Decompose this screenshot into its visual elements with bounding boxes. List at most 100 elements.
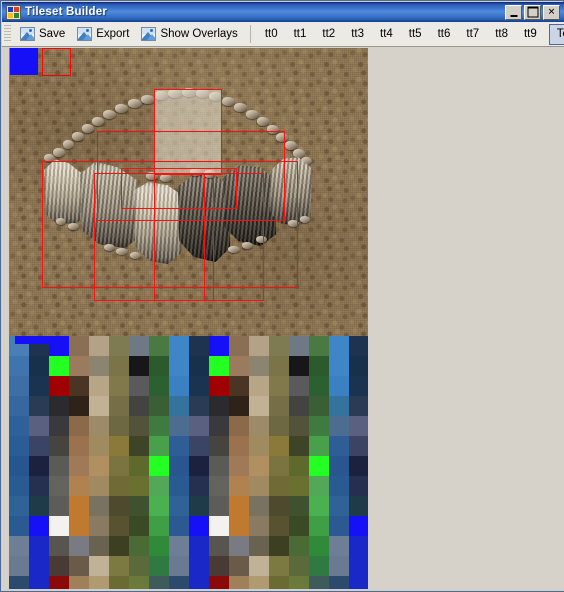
palette-tile[interactable] [69, 576, 89, 589]
palette-tile[interactable] [269, 456, 289, 476]
palette-tile[interactable] [89, 476, 109, 496]
palette-tile[interactable] [169, 336, 189, 356]
palette-tile[interactable] [109, 516, 129, 536]
palette-tile[interactable] [329, 376, 349, 396]
show-overlays-button[interactable]: Show Overlays [135, 23, 243, 46]
palette-tile[interactable] [249, 536, 269, 556]
toolbar-grip[interactable] [4, 25, 11, 43]
palette-tile[interactable] [89, 536, 109, 556]
palette-tile[interactable] [249, 516, 269, 536]
palette-tile[interactable] [209, 396, 229, 416]
palette-tile[interactable] [289, 336, 309, 356]
palette-tile[interactable] [269, 436, 289, 456]
palette-tile[interactable] [269, 376, 289, 396]
palette-tile[interactable] [9, 516, 29, 536]
palette-tile[interactable] [249, 436, 269, 456]
palette-tile[interactable] [329, 536, 349, 556]
palette-tile[interactable] [69, 336, 89, 356]
palette-tile[interactable] [29, 496, 49, 516]
palette-tile[interactable] [49, 536, 69, 556]
palette-tile[interactable] [69, 476, 89, 496]
palette-tile[interactable] [189, 516, 209, 536]
palette-tile[interactable] [289, 456, 309, 476]
palette-tile[interactable] [189, 376, 209, 396]
palette-tile[interactable] [209, 576, 229, 589]
tile-tab-tt9[interactable]: tt9 [516, 23, 545, 46]
palette-tile[interactable] [229, 356, 249, 376]
palette-tile[interactable] [89, 376, 109, 396]
selected-color-swatch[interactable] [10, 48, 38, 75]
palette-tile[interactable] [309, 376, 329, 396]
palette-grid[interactable] [9, 336, 368, 589]
tile-tab-tt0[interactable]: tt0 [257, 23, 286, 46]
palette-tile[interactable] [349, 416, 368, 436]
palette-tile[interactable] [229, 576, 249, 589]
palette-tile[interactable] [189, 576, 209, 589]
palette-tile[interactable] [49, 576, 69, 589]
palette-tile[interactable] [129, 536, 149, 556]
palette-tile[interactable] [89, 336, 109, 356]
palette-tile[interactable] [229, 396, 249, 416]
palette-tile[interactable] [9, 576, 29, 589]
palette-tile[interactable] [109, 336, 129, 356]
palette-tile[interactable] [229, 536, 249, 556]
palette-tile[interactable] [349, 376, 368, 396]
palette-tile[interactable] [249, 476, 269, 496]
palette-selected-swatch[interactable] [15, 336, 55, 344]
palette-tile[interactable] [229, 436, 249, 456]
palette-tile[interactable] [149, 436, 169, 456]
tile-tab-tt3[interactable]: tt3 [343, 23, 372, 46]
palette-tile[interactable] [209, 496, 229, 516]
palette-tile[interactable] [209, 336, 229, 356]
palette-tile[interactable] [49, 396, 69, 416]
palette-tile[interactable] [209, 436, 229, 456]
maximize-button[interactable] [524, 4, 541, 20]
palette-tile[interactable] [349, 396, 368, 416]
palette-tile[interactable] [309, 396, 329, 416]
tile-selection-rect[interactable] [42, 48, 71, 76]
palette-tile[interactable] [189, 436, 209, 456]
palette-tile[interactable] [49, 376, 69, 396]
palette-tile[interactable] [69, 396, 89, 416]
palette-tile[interactable] [229, 376, 249, 396]
palette-tile[interactable] [69, 516, 89, 536]
palette-tile[interactable] [189, 476, 209, 496]
save-button[interactable]: Save [14, 23, 71, 46]
palette-tile[interactable] [29, 556, 49, 576]
palette-tile[interactable] [209, 476, 229, 496]
palette-tile[interactable] [329, 496, 349, 516]
palette-tile[interactable] [249, 496, 269, 516]
palette-tile[interactable] [309, 576, 329, 589]
palette-tile[interactable] [169, 496, 189, 516]
palette-tile[interactable] [109, 496, 129, 516]
palette-tile[interactable] [129, 576, 149, 589]
palette-tile[interactable] [29, 436, 49, 456]
palette-tile[interactable] [49, 516, 69, 536]
tile-tab-tt5[interactable]: tt5 [401, 23, 430, 46]
palette-tile[interactable] [329, 436, 349, 456]
palette-tile[interactable] [329, 576, 349, 589]
palette-tile[interactable] [309, 356, 329, 376]
palette-tile[interactable] [49, 496, 69, 516]
palette-tile[interactable] [29, 456, 49, 476]
palette-tile[interactable] [169, 416, 189, 436]
palette-tile[interactable] [109, 536, 129, 556]
palette-tile[interactable] [229, 556, 249, 576]
palette-tile[interactable] [269, 476, 289, 496]
palette-tile[interactable] [289, 556, 309, 576]
palette-tile[interactable] [349, 456, 368, 476]
palette-tile[interactable] [69, 456, 89, 476]
palette-tile[interactable] [69, 536, 89, 556]
palette-tile[interactable] [9, 556, 29, 576]
close-button[interactable]: ✕ [543, 4, 560, 20]
palette-tile[interactable] [169, 456, 189, 476]
palette-tile[interactable] [89, 436, 109, 456]
palette-tile[interactable] [129, 376, 149, 396]
palette-tile[interactable] [329, 356, 349, 376]
palette-tile[interactable] [49, 436, 69, 456]
palette-tile[interactable] [69, 496, 89, 516]
palette-tile[interactable] [29, 416, 49, 436]
palette-tile[interactable] [129, 336, 149, 356]
tile-tab-tt4[interactable]: tt4 [372, 23, 401, 46]
palette-tile[interactable] [209, 416, 229, 436]
